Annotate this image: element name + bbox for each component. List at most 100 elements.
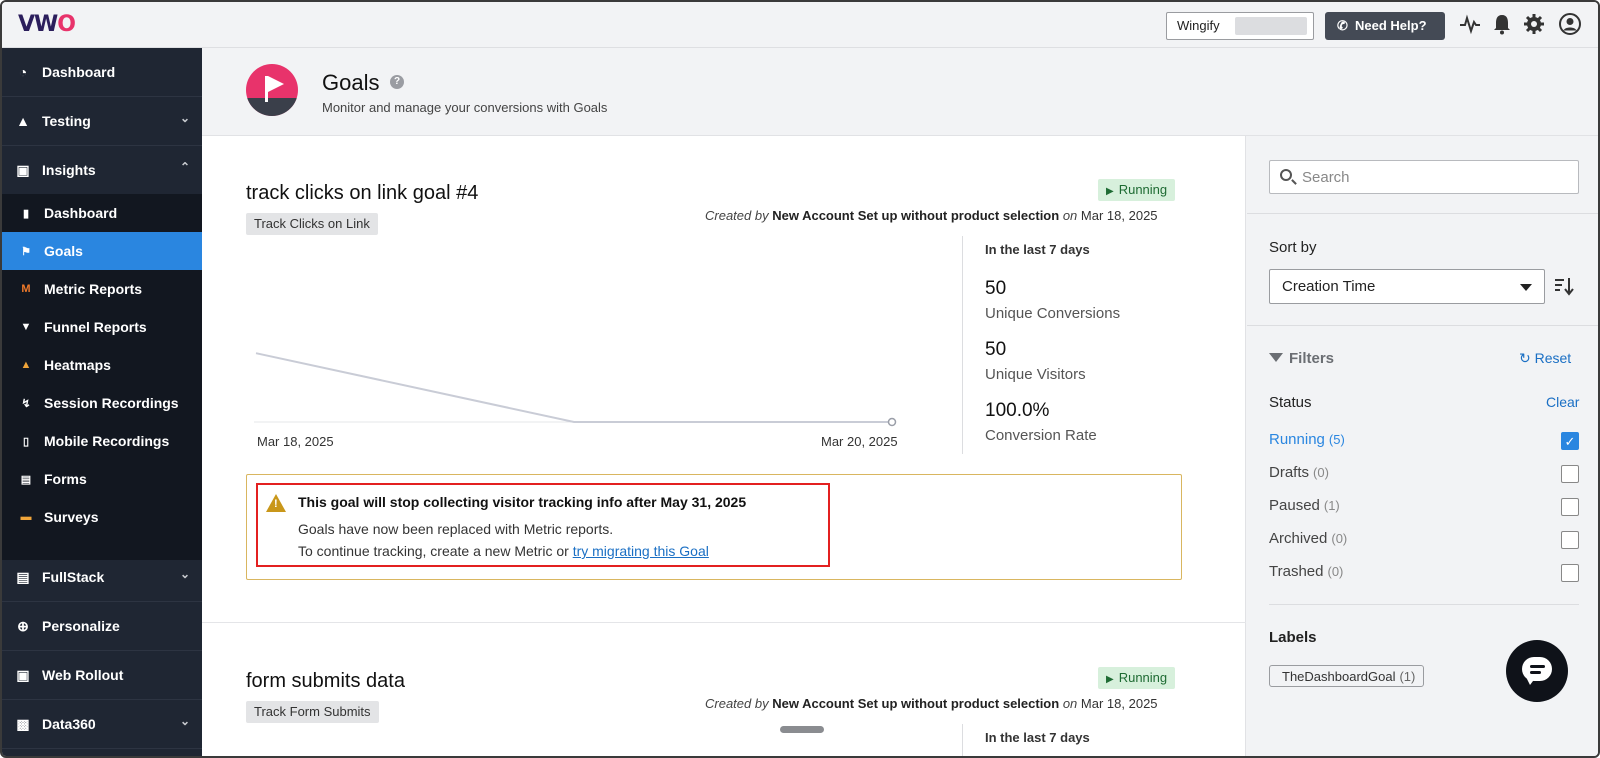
sort-by-label: Sort by xyxy=(1269,239,1317,256)
sidebar-item-metric-reports[interactable]: M Metric Reports xyxy=(2,270,202,308)
scroll-handle[interactable] xyxy=(780,726,824,733)
sidebar-nav: ◔ Dashboard ▲ Testing ⌄ ▣ Insights ⌃ ▮ Dashb… xyxy=(2,48,202,756)
phone-icon: ✆ xyxy=(1337,18,1348,33)
activity-icon[interactable] xyxy=(1458,13,1482,37)
chevron-down-icon: ⌄ xyxy=(179,714,190,728)
chat-bubble-icon xyxy=(1522,657,1552,685)
status-filter-trashed[interactable]: Trashed (0) xyxy=(1269,563,1579,587)
stack-icon: ▤ xyxy=(16,568,30,585)
sidebar-item-funnel-reports[interactable]: ▼ Funnel Reports xyxy=(2,308,202,346)
sidebar-item-goals[interactable]: ⚑ Goals xyxy=(2,232,202,270)
data-icon: ▩ xyxy=(16,715,30,732)
stats-period: In the last 7 days xyxy=(985,730,1090,745)
sidebar-item-session-recordings[interactable]: ↯ Session Recordings xyxy=(2,384,202,422)
label-chip[interactable]: TheDashboardGoal (1) xyxy=(1269,665,1425,687)
status-label: Status xyxy=(1269,394,1312,411)
checkbox[interactable] xyxy=(1561,498,1579,516)
warning-line: To continue tracking, create a new Metri… xyxy=(298,543,709,559)
status-filter-drafts[interactable]: Drafts (0) xyxy=(1269,464,1579,488)
x-tick-label: Mar 18, 2025 xyxy=(257,434,334,449)
data-point[interactable] xyxy=(887,417,897,427)
status-filter-running[interactable]: Running (5) ✓ xyxy=(1269,431,1579,455)
bar-chart-icon: ▮ xyxy=(22,207,30,220)
goal-type-tag: Track Clicks on Link xyxy=(246,213,378,235)
migrate-goal-link[interactable]: try migrating this Goal xyxy=(573,543,709,559)
filter-icon xyxy=(1269,353,1283,362)
goal-type-tag: Track Form Submits xyxy=(246,701,379,723)
page-header: Goals ? Monitor and manage your conversi… xyxy=(202,48,1598,136)
chevron-up-icon: ⌃ xyxy=(179,160,190,174)
stats-divider xyxy=(962,236,963,454)
checkbox[interactable] xyxy=(1561,564,1579,582)
search-field[interactable] xyxy=(1269,160,1579,194)
goal-flag-icon: ⚑ xyxy=(21,245,31,258)
sidebar-item-fullstack[interactable]: ▤ FullStack ⌄ xyxy=(2,553,202,602)
account-id-redacted xyxy=(1235,17,1307,35)
goal-created-info: Created by New Account Set up without pr… xyxy=(705,208,1158,223)
checkbox-checked[interactable]: ✓ xyxy=(1561,432,1579,450)
status-badge: ▶ Running xyxy=(1098,179,1176,201)
stats-period: In the last 7 days xyxy=(985,242,1090,257)
metric-icon: M xyxy=(21,283,31,295)
goal-created-info: Created by New Account Set up without pr… xyxy=(705,696,1158,711)
account-switcher[interactable]: Wingify xyxy=(1166,12,1314,40)
unique-visitors-label: Unique Visitors xyxy=(985,366,1086,383)
sidebar-item-insights-dashboard[interactable]: ▮ Dashboard xyxy=(2,194,202,232)
goal-title[interactable]: form submits data xyxy=(246,670,405,693)
reset-filters-button[interactable]: ↻ Reset xyxy=(1519,350,1571,367)
sidebar-item-testing[interactable]: ▲ Testing ⌄ xyxy=(2,97,202,146)
vwo-logo[interactable]: VWO xyxy=(18,12,76,37)
chevron-down-icon: ⌄ xyxy=(179,111,190,125)
flame-icon: ▲ xyxy=(20,359,32,371)
clear-status-button[interactable]: Clear xyxy=(1546,394,1579,410)
sidebar-item-mobile-recordings[interactable]: ▯ Mobile Recordings xyxy=(2,422,202,460)
app-window: VWO Wingify ✆ Need Help? ◔ Dashboard ▲ Test… xyxy=(0,0,1600,758)
sort-by-select[interactable]: Creation Time xyxy=(1269,269,1545,304)
chat-support-button[interactable] xyxy=(1506,640,1568,702)
gear-icon[interactable] xyxy=(1522,13,1546,37)
conversion-rate-label: Conversion Rate xyxy=(985,427,1097,444)
status-filter-archived[interactable]: Archived (0) xyxy=(1269,530,1579,554)
divider xyxy=(1247,325,1598,326)
target-icon: ⊕ xyxy=(17,617,29,634)
reset-icon: ↻ xyxy=(1519,350,1531,366)
insights-icon: ▣ xyxy=(16,161,30,178)
goal-title[interactable]: track clicks on link goal #4 xyxy=(246,182,478,205)
warning-title: This goal will stop collecting visitor t… xyxy=(298,494,747,510)
account-name: Wingify xyxy=(1177,18,1220,33)
sidebar-item-data360[interactable]: ▩ Data360 ⌄ xyxy=(2,700,202,749)
sidebar-item-web-rollout[interactable]: ▣ Web Rollout xyxy=(2,651,202,700)
filters-label: Filters xyxy=(1269,350,1334,367)
recording-icon: ↯ xyxy=(21,397,31,410)
bell-icon[interactable] xyxy=(1490,13,1514,37)
sidebar-item-heatmaps[interactable]: ▲ Heatmaps xyxy=(2,346,202,384)
sidebar-item-surveys[interactable]: ▬ Surveys xyxy=(2,498,202,536)
chevron-down-icon: ⌄ xyxy=(179,567,190,581)
checkbox[interactable] xyxy=(1561,465,1579,483)
sort-order-icon[interactable] xyxy=(1552,275,1576,299)
page-title: Goals xyxy=(322,70,380,95)
sidebar-item-insights[interactable]: ▣ Insights ⌃ xyxy=(2,146,202,195)
conversion-rate-value: 100.0% xyxy=(985,400,1050,421)
goals-logo-icon xyxy=(246,64,298,116)
status-filter-paused[interactable]: Paused (1) xyxy=(1269,497,1579,521)
checkbox[interactable] xyxy=(1561,531,1579,549)
sidebar-item-dashboard[interactable]: ◔ Dashboard xyxy=(2,48,202,97)
user-icon[interactable] xyxy=(1558,13,1582,37)
mobile-icon: ▯ xyxy=(22,435,30,448)
flask-icon: ▲ xyxy=(16,113,30,129)
stats-divider xyxy=(962,724,963,756)
help-question-icon[interactable]: ? xyxy=(390,75,404,89)
search-input[interactable] xyxy=(1302,161,1572,193)
funnel-icon: ▼ xyxy=(20,321,32,333)
caret-down-icon xyxy=(1520,284,1532,291)
unique-conversions-label: Unique Conversions xyxy=(985,305,1121,322)
sidebar-item-forms[interactable]: ▤ Forms xyxy=(2,460,202,498)
unique-conversions-value: 50 xyxy=(985,278,1007,299)
page-subtitle: Monitor and manage your conversions with… xyxy=(322,100,608,115)
rollout-icon: ▣ xyxy=(16,666,30,683)
sidebar-item-personalize[interactable]: ⊕ Personalize xyxy=(2,602,202,651)
card-divider xyxy=(202,622,1246,623)
need-help-button[interactable]: ✆ Need Help? xyxy=(1325,12,1445,40)
dashboard-icon: ◔ xyxy=(18,64,28,80)
